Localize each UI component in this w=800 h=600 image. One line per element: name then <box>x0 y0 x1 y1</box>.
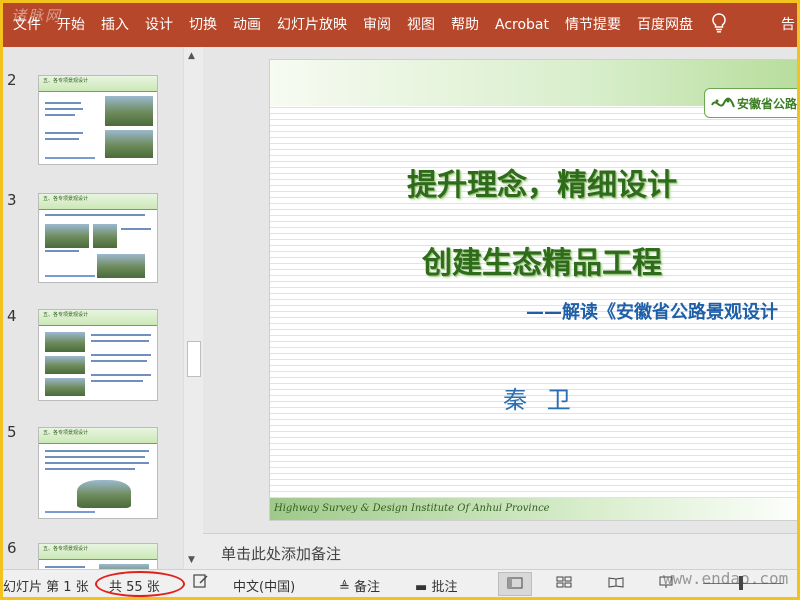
share-button[interactable]: 告 <box>781 3 797 47</box>
text-line <box>45 214 145 216</box>
text-line <box>121 228 151 230</box>
text-line <box>45 102 81 104</box>
tab-acrobat[interactable]: Acrobat <box>487 3 557 47</box>
accessibility-icon[interactable] <box>193 574 209 592</box>
thumbnail-heading: 五、各专项景观设计 <box>43 430 89 436</box>
red-annotation-oval <box>95 571 185 597</box>
text-line <box>45 566 85 568</box>
thumbnail-photo <box>93 224 117 248</box>
tab-home[interactable]: 开始 <box>49 3 93 47</box>
text-line <box>45 114 75 116</box>
scroll-down-icon[interactable]: ▼ <box>188 555 195 565</box>
tab-file[interactable]: 文件 <box>3 3 49 47</box>
reading-view-button[interactable] <box>599 572 633 596</box>
thumbnail-photo <box>77 480 131 508</box>
thumbnail-photo <box>97 254 145 278</box>
text-line <box>45 468 135 470</box>
thumbnail-footer <box>45 511 95 513</box>
text-line <box>91 354 151 356</box>
thumbnail-number: 6 <box>7 539 17 557</box>
slide-thumbnail-4[interactable]: 五、各专项景观设计 <box>38 309 158 401</box>
thumbnail-heading: 五、各专项景观设计 <box>43 78 89 84</box>
thumbnail-number: 2 <box>7 71 17 89</box>
text-line <box>45 456 145 458</box>
thumbnail-footer <box>45 275 95 277</box>
thumbnail-photo <box>45 378 85 396</box>
normal-view-button[interactable] <box>498 572 532 596</box>
notes-placeholder[interactable]: 单击此处添加备注 <box>221 543 341 564</box>
slide-logo-badge: 安徽省公路 <box>704 88 797 118</box>
notes-button[interactable]: ≜ 备注 <box>339 576 380 595</box>
tab-insert[interactable]: 插入 <box>93 3 137 47</box>
thumbnail-photo <box>105 96 153 126</box>
language-indicator[interactable]: 中文(中国) <box>233 576 295 595</box>
scroll-up-icon[interactable]: ▲ <box>188 51 195 61</box>
slide-title-line-1[interactable]: 提升理念，精细设计 <box>272 160 797 204</box>
road-logo-icon <box>711 97 735 108</box>
slide-thumbnail-3[interactable]: 五、各专项景观设计 <box>38 193 158 283</box>
scrollbar-thumb[interactable] <box>187 341 201 377</box>
tab-storyboard[interactable]: 情节提要 <box>557 3 629 47</box>
thumbnail-photo <box>45 356 85 374</box>
thumbnail-number: 4 <box>7 307 17 325</box>
slide-thumbnail-6[interactable]: 五、各专项景观设计 <box>38 543 158 569</box>
tab-animations[interactable]: 动画 <box>225 3 269 47</box>
ribbon-tab-bar: 文件 开始 插入 设计 切换 动画 幻灯片放映 审阅 视图 帮助 Acrobat… <box>3 3 797 47</box>
thumbnail-number: 5 <box>7 423 17 441</box>
text-line <box>45 138 79 140</box>
text-line <box>91 360 147 362</box>
tab-slideshow[interactable]: 幻灯片放映 <box>269 3 355 47</box>
thumbnail-heading: 五、各专项景观设计 <box>43 546 89 552</box>
text-line <box>45 250 79 252</box>
text-line <box>91 374 151 376</box>
thumbnail-photo <box>105 130 153 158</box>
slide-thumbnail-5[interactable]: 五、各专项景观设计 <box>38 427 158 519</box>
slide-editor: 安徽省公路 提升理念，精细设计 创建生态精品工程 ——解读《安徽省公路景观设计 … <box>203 47 797 533</box>
text-line <box>45 132 83 134</box>
tab-review[interactable]: 审阅 <box>355 3 399 47</box>
thumbnail-photo <box>45 332 85 352</box>
slide-footer-band: Highway Survey & Design Institute Of Anh… <box>270 498 797 520</box>
slide-author[interactable]: 秦 卫 <box>270 380 797 415</box>
thumbnail-heading: 五、各专项景观设计 <box>43 196 89 202</box>
thumbnail-footer <box>45 157 95 159</box>
text-line <box>91 334 151 336</box>
zoom-slider-knob[interactable] <box>739 576 743 590</box>
powerpoint-window: 文件 开始 插入 设计 切换 动画 幻灯片放映 审阅 视图 帮助 Acrobat… <box>3 3 797 597</box>
comments-button-label: 批注 <box>431 580 458 595</box>
thumbnail-heading: 五、各专项景观设计 <box>43 312 89 318</box>
tab-transitions[interactable]: 切换 <box>181 3 225 47</box>
slide-footer-text: Highway Survey & Design Institute Of Anh… <box>274 503 550 514</box>
thumbnail-number: 3 <box>7 191 17 209</box>
tab-design[interactable]: 设计 <box>137 3 181 47</box>
slideshow-view-button[interactable] <box>649 572 683 596</box>
slide-thumbnail-2[interactable]: 五、各专项景观设计 <box>38 75 158 165</box>
text-line <box>91 340 149 342</box>
tab-baidu-netdisk[interactable]: 百度网盘 <box>629 3 701 47</box>
notes-button-label: 备注 <box>354 580 381 595</box>
zoom-slider[interactable] <box>703 583 783 584</box>
slide-subtitle[interactable]: ——解读《安徽省公路景观设计 <box>526 298 778 324</box>
notes-icon: ≜ <box>339 580 350 595</box>
slide-thumbnail-pane: 2 五、各专项景观设计 3 五、各专项景观设计 4 五、各专项景观设计 5 五、… <box>3 47 201 569</box>
thumbnail-scrollbar[interactable]: ▲ ▼ <box>183 47 203 569</box>
notes-pane[interactable]: 单击此处添加备注 <box>203 533 797 569</box>
status-bar: 幻灯片 第 1 张 共 55 张 中文(中国) ≜ 备注 ▬ 批注 <box>3 569 797 597</box>
slide-sorter-view-button[interactable] <box>547 572 581 596</box>
text-line <box>45 108 83 110</box>
slide-title-line-2[interactable]: 创建生态精品工程 <box>272 238 797 282</box>
comment-icon: ▬ <box>415 580 428 595</box>
tab-help[interactable]: 帮助 <box>443 3 487 47</box>
text-line <box>91 380 143 382</box>
slide-counter: 幻灯片 第 1 张 <box>3 580 89 595</box>
current-slide[interactable]: 安徽省公路 提升理念，精细设计 创建生态精品工程 ——解读《安徽省公路景观设计 … <box>269 59 797 521</box>
badge-text: 安徽省公路 <box>737 97 797 111</box>
text-line <box>45 462 149 464</box>
tab-view[interactable]: 视图 <box>399 3 443 47</box>
lightbulb-icon[interactable] <box>701 12 727 38</box>
comments-button[interactable]: ▬ 批注 <box>415 576 457 595</box>
text-line <box>45 450 149 452</box>
thumbnail-photo <box>45 224 89 248</box>
